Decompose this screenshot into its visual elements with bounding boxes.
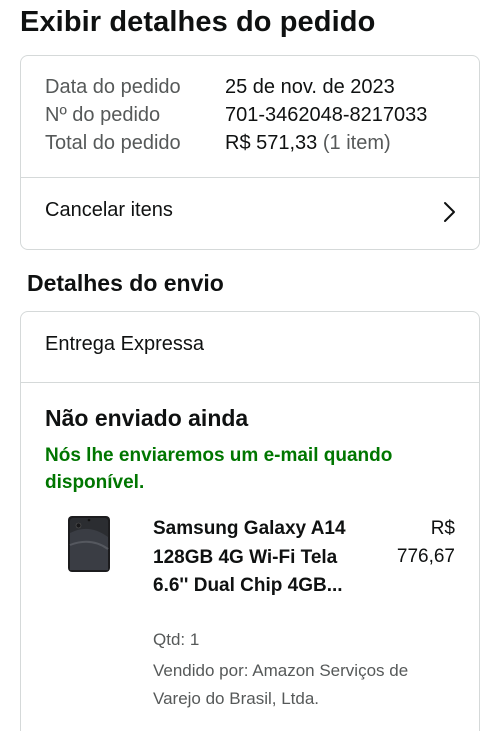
product-seller: Vendido por: Amazon Serviços de Varejo d… <box>153 661 409 708</box>
product-image[interactable] <box>67 515 111 573</box>
shipment-status-note: Nós lhe enviaremos um e-mail quando disp… <box>45 445 393 493</box>
order-total-label: Total do pedido <box>45 132 181 154</box>
order-summary-card: Data do pedido 25 de nov. de 2023 Nº do … <box>20 55 480 250</box>
divider <box>21 382 479 383</box>
page-title: Exibir detalhes do pedido <box>20 6 376 38</box>
order-date-value: 25 de nov. de 2023 <box>225 76 395 98</box>
shipment-status: Não enviado ainda <box>45 405 249 431</box>
product-quantity: Qtd: 1 <box>153 630 200 649</box>
product-name-link[interactable]: Samsung Galaxy A14 128GB 4G Wi-Fi Tela 6… <box>153 515 353 601</box>
cancel-items-button[interactable]: Cancelar itens <box>21 178 479 250</box>
cancel-items-label: Cancelar itens <box>45 199 173 221</box>
order-total-items: (1 item) <box>322 132 391 154</box>
order-date-label: Data do pedido <box>45 76 181 98</box>
order-total-value: R$ 571,33 (1 item) <box>225 132 391 155</box>
product-price: R$ 776,67 <box>396 518 455 567</box>
order-total-amount: R$ 571,33 <box>225 132 318 154</box>
order-number-label: Nº do pedido <box>45 104 161 126</box>
shipping-details-title: Detalhes do envio <box>27 270 224 296</box>
chevron-right-icon <box>444 202 455 222</box>
shipment-card: Entrega Expressa Não enviado ainda Nós l… <box>20 311 480 731</box>
delivery-type: Entrega Expressa <box>45 333 204 355</box>
order-number-value: 701-3462048-8217033 <box>225 104 428 126</box>
